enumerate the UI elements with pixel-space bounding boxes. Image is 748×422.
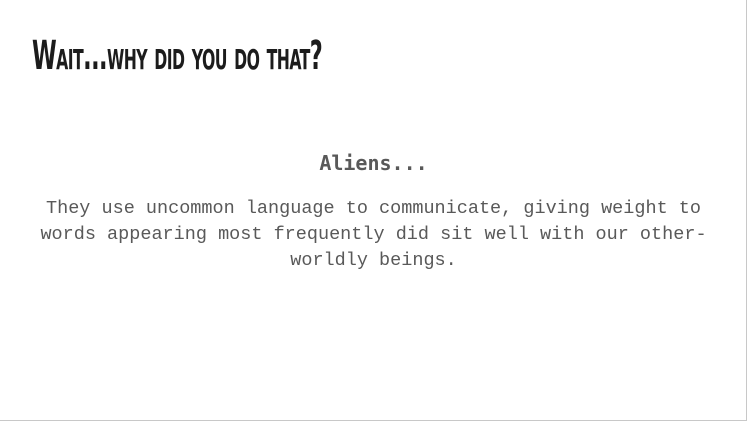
slide-subheading: Aliens... — [319, 151, 428, 175]
slide-title-text: Wait...why did you do that? — [32, 33, 323, 79]
slide-body-text: They use uncommon language to communicat… — [40, 198, 707, 271]
slide-title: Wait...why did you do that? — [32, 30, 323, 82]
slide: Wait...why did you do that? Aliens... Th… — [0, 0, 747, 421]
